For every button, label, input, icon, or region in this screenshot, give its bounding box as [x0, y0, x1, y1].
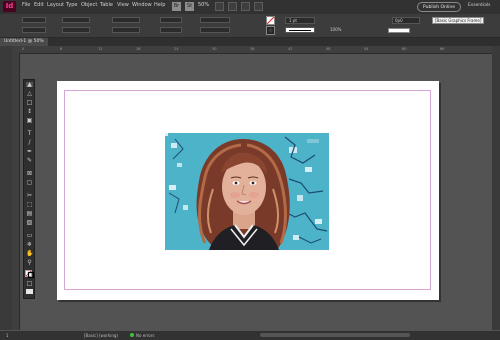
menu-type[interactable]: Type [66, 2, 77, 8]
indesign-logo-icon: Id [3, 1, 16, 12]
gap-tool-icon[interactable]: ↕ [26, 109, 33, 115]
ruler-label: 66 [440, 47, 445, 51]
stroke-weight-field[interactable]: 1 pt [285, 17, 315, 24]
preflight-profile[interactable]: [Basic] (working) [84, 333, 118, 338]
stock-icon[interactable]: St [185, 2, 194, 11]
shear-field[interactable] [160, 27, 182, 33]
direct-selection-tool-icon[interactable]: △ [26, 91, 33, 97]
vertical-scrollbar[interactable] [492, 46, 500, 330]
stroke-swatch-icon[interactable] [266, 26, 275, 35]
select-options[interactable] [200, 27, 230, 33]
ruler-label: 30 [212, 47, 217, 51]
reference-value-field[interactable]: 0p0 [392, 17, 420, 24]
arrange-documents-icon[interactable] [241, 2, 250, 11]
preflight-errors-label[interactable]: No errors [136, 333, 154, 338]
view-options-icon[interactable] [215, 2, 224, 11]
hand-tool-icon[interactable]: ✋ [26, 251, 33, 257]
pen-tool-icon[interactable]: ✒ [26, 149, 33, 155]
left-panel-strip [0, 46, 12, 330]
rectangle-tool-icon[interactable]: ▢ [26, 180, 33, 186]
status-bar [0, 331, 500, 340]
fill-none-icon[interactable] [266, 16, 275, 25]
fill-stroke-icon[interactable] [25, 270, 35, 279]
vertical-ruler[interactable] [12, 53, 20, 330]
type-tool-icon[interactable]: T [26, 131, 33, 137]
ruler-label: 48 [326, 47, 331, 51]
zoom-tool-icon[interactable]: ⚲ [26, 260, 33, 266]
line-tool-icon[interactable]: / [26, 140, 33, 146]
rectangle-frame-tool-icon[interactable]: ⊠ [26, 171, 33, 177]
menu-window[interactable]: Window [132, 2, 152, 8]
placed-portrait-image[interactable] [165, 133, 329, 250]
bridge-icon[interactable]: Br [172, 2, 181, 11]
scissors-tool-icon[interactable]: ✂ [26, 193, 33, 199]
menu-object[interactable]: Object [81, 2, 97, 8]
width-field[interactable] [62, 17, 90, 23]
object-style-select[interactable]: [Basic Graphics Frame] [432, 17, 484, 24]
pencil-tool-icon[interactable]: ✎ [26, 158, 33, 164]
height-field[interactable] [62, 27, 90, 33]
x-field[interactable] [22, 17, 46, 23]
ruler-label: 24 [174, 47, 179, 51]
document-tab[interactable]: Untitled-1 @ 50% [0, 38, 48, 46]
layout-grid-icon[interactable] [254, 2, 263, 11]
fit-options[interactable] [200, 17, 230, 23]
page-number-field[interactable]: 1 [6, 333, 9, 338]
menu-edit[interactable]: Edit [34, 2, 44, 8]
publish-online-button[interactable]: Publish Online [417, 2, 461, 12]
menu-view[interactable]: View [117, 2, 129, 8]
ruler-label: 54 [364, 47, 369, 51]
view-mode-icon[interactable] [26, 289, 33, 294]
free-transform-tool-icon[interactable]: ⬚ [26, 202, 33, 208]
menu-layout[interactable]: Layout [47, 2, 64, 8]
workspace-switcher[interactable]: Essentials [468, 3, 491, 8]
opacity-field[interactable]: 100% [330, 27, 341, 32]
auto-fit-field[interactable] [388, 28, 410, 33]
note-tool-icon[interactable]: ▭ [26, 233, 33, 239]
horizontal-ruler[interactable]: 0 6 12 18 24 30 36 42 48 54 60 66 [12, 46, 492, 54]
ruler-label: 36 [250, 47, 255, 51]
stroke-type-select[interactable] [285, 27, 315, 33]
formatting-affects-container-icon[interactable]: □ [26, 281, 33, 287]
ruler-label: 42 [288, 47, 293, 51]
document-tab-bar [0, 38, 500, 46]
ruler-label: 0 [22, 47, 25, 51]
scale-x-field[interactable] [112, 17, 140, 23]
gradient-swatch-tool-icon[interactable]: ▤ [26, 211, 33, 217]
horizontal-scrollbar[interactable] [260, 333, 410, 337]
content-collector-tool-icon[interactable]: ▣ [26, 118, 33, 124]
screen-mode-icon[interactable] [228, 2, 237, 11]
menu-help[interactable]: Help [154, 2, 165, 8]
ruler-label: 60 [402, 47, 407, 51]
scale-y-field[interactable] [112, 27, 140, 33]
rotation-field[interactable] [160, 17, 182, 23]
y-field[interactable] [22, 27, 46, 33]
menu-file[interactable]: File [22, 2, 30, 8]
menu-table[interactable]: Table [100, 2, 113, 8]
ruler-label: 12 [98, 47, 103, 51]
preflight-status-icon [130, 333, 134, 337]
gradient-feather-tool-icon[interactable]: ▧ [26, 220, 33, 226]
page-tool-icon[interactable]: □ [26, 100, 33, 106]
ruler-label: 18 [136, 47, 141, 51]
selection-tool-icon[interactable]: ▲ [26, 82, 33, 88]
ruler-label: 6 [60, 47, 63, 51]
zoom-level[interactable]: 50% [198, 2, 209, 8]
tools-panel: ▲ △ □ ↕ ▣ T / ✒ ✎ ⊠ ▢ ✂ ⬚ ▤ ▧ ▭ ❄ ✋ ⚲ □ [23, 79, 35, 299]
eyedropper-tool-icon[interactable]: ❄ [26, 242, 33, 248]
